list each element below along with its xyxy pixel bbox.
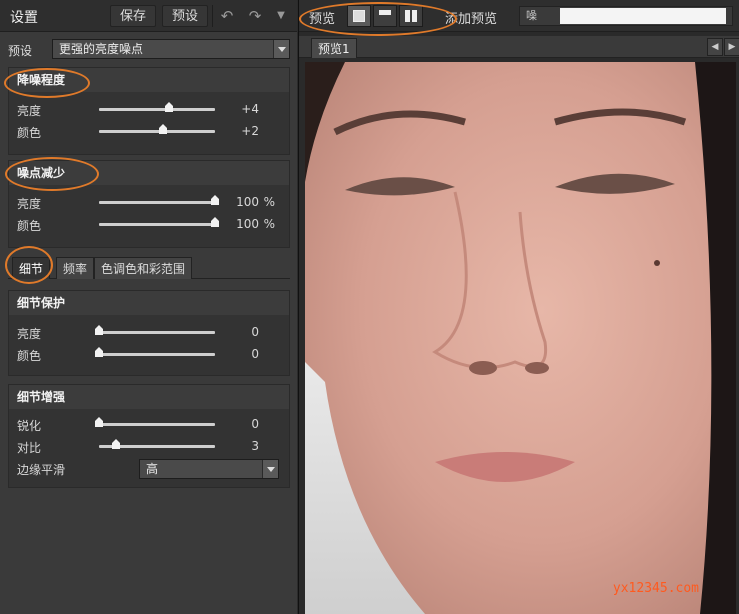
- slider-row: 颜色 100 %: [9, 213, 289, 235]
- slider-track[interactable]: [99, 331, 215, 334]
- detail-enhance-section: 细节增强 锐化 0 对比 3 边缘平滑 高: [8, 384, 290, 488]
- section-title: 细节增强: [9, 385, 289, 409]
- preview-label: 预览: [309, 12, 336, 27]
- tab-tone-color-range[interactable]: 色调色和彩范围: [94, 257, 193, 279]
- unit-label: %: [263, 195, 275, 209]
- slider-value: 0: [251, 417, 259, 431]
- chevron-down-icon[interactable]: [262, 460, 278, 478]
- slider-track[interactable]: [99, 423, 215, 426]
- slider-thumb[interactable]: [95, 325, 103, 335]
- section-title: 降噪程度: [9, 68, 289, 92]
- slider-track[interactable]: [99, 108, 215, 111]
- slider-track[interactable]: [99, 223, 215, 226]
- settings-panel: 设置 保存 预设 ↶ ↷ ▼ 预设 更强的亮度噪点 降噪程度 亮度 +4 颜色 …: [0, 0, 297, 614]
- preview-toolbar: 预览 添加预览 噪: [299, 0, 739, 36]
- slider-row: 对比 3: [9, 435, 289, 457]
- preset-row: 预设 更强的亮度噪点: [0, 36, 297, 62]
- settings-toolbar: 设置 保存 预设 ↶ ↷ ▼: [0, 0, 297, 32]
- slider-thumb[interactable]: [112, 439, 120, 449]
- chevron-left-icon[interactable]: ◀: [707, 38, 723, 56]
- slider-label: 颜色: [17, 349, 42, 363]
- slider-thumb[interactable]: [95, 347, 103, 357]
- section-title: 细节保护: [9, 291, 289, 315]
- slider-label: 亮度: [17, 197, 42, 211]
- slider-label: 亮度: [17, 327, 42, 341]
- slider-track[interactable]: [99, 130, 215, 133]
- preview-panel: 预览 添加预览 噪 预览1 ◀ ▶: [298, 0, 739, 614]
- chevron-right-icon[interactable]: ▶: [724, 38, 739, 56]
- slider-value: 3: [251, 439, 259, 453]
- slider-row: 锐化 0: [9, 413, 289, 435]
- slider-row: 亮度 +4: [9, 98, 289, 120]
- slider-thumb[interactable]: [95, 417, 103, 427]
- slider-thumb[interactable]: [165, 102, 173, 112]
- select-label: 边缘平滑: [17, 463, 66, 477]
- slider-label: 颜色: [17, 126, 42, 140]
- preview-tabbar: 预览1 ◀ ▶: [299, 36, 739, 58]
- slider-label: 颜色: [17, 219, 42, 233]
- speckle-reduction-section: 噪点减少 亮度 100 % 颜色 100 %: [8, 160, 290, 248]
- slider-value: 100: [236, 217, 259, 231]
- slider-row: 颜色 +2: [9, 120, 289, 142]
- edge-smoothing-select[interactable]: 高: [139, 459, 279, 479]
- preview-tab[interactable]: 预览1: [311, 38, 357, 58]
- slider-value: 0: [251, 347, 259, 361]
- slider-value: 100: [236, 195, 259, 209]
- single-view-icon: [353, 10, 365, 22]
- save-button[interactable]: 保存: [110, 5, 156, 27]
- slider-row: 颜色 0: [9, 343, 289, 365]
- toolbar-divider: [212, 5, 213, 27]
- section-title: 噪点减少: [9, 161, 289, 185]
- noise-reduction-section: 降噪程度 亮度 +4 颜色 +2: [8, 67, 290, 155]
- slider-thumb[interactable]: [159, 124, 167, 134]
- add-preview-button[interactable]: 添加预览: [445, 8, 497, 27]
- split-vertical-icon: [405, 10, 417, 22]
- dropdown-menu-icon[interactable]: ▼: [270, 5, 292, 27]
- preset-button[interactable]: 预设: [162, 5, 208, 27]
- redacted-field: 噪: [519, 6, 733, 26]
- preset-label: 预设: [8, 44, 33, 58]
- detail-protection-section: 细节保护 亮度 0 颜色 0: [8, 290, 290, 376]
- slider-track[interactable]: [99, 353, 215, 356]
- watermark-text: yx12345.com: [612, 581, 699, 596]
- edge-smoothing-value: 高: [146, 462, 159, 476]
- redo-icon[interactable]: ↷: [242, 5, 268, 27]
- split-horizontal-button[interactable]: [373, 5, 397, 27]
- slider-label: 对比: [17, 441, 42, 455]
- detail-tabs: 细节 频率 色调色和彩范围: [8, 255, 290, 279]
- tab-frequency[interactable]: 频率: [56, 257, 95, 279]
- slider-value: +2: [241, 124, 259, 138]
- slider-thumb[interactable]: [211, 195, 219, 205]
- slider-value: +4: [241, 102, 259, 116]
- slider-row: 亮度 100 %: [9, 191, 289, 213]
- split-horizontal-icon: [379, 10, 391, 22]
- slider-label: 锐化: [17, 419, 42, 433]
- preset-select[interactable]: 更强的亮度噪点: [52, 39, 290, 59]
- slider-label: 亮度: [17, 104, 42, 118]
- face-photo: [305, 62, 736, 614]
- preview-image[interactable]: [305, 62, 736, 614]
- split-vertical-button[interactable]: [399, 5, 423, 27]
- slider-thumb[interactable]: [211, 217, 219, 227]
- preset-value: 更强的亮度噪点: [59, 42, 144, 56]
- slider-track[interactable]: [99, 201, 215, 204]
- tab-detail[interactable]: 细节: [12, 257, 51, 279]
- chevron-down-icon[interactable]: [273, 40, 289, 58]
- unit-label: %: [263, 217, 275, 231]
- panel-title: 设置: [10, 10, 38, 26]
- redaction-block: [560, 8, 726, 24]
- slider-value: 0: [251, 325, 259, 339]
- slider-row: 亮度 0: [9, 321, 289, 343]
- redacted-text: 噪: [526, 9, 537, 22]
- undo-icon[interactable]: ↶: [214, 5, 240, 27]
- single-view-button[interactable]: [347, 5, 371, 27]
- select-row: 边缘平滑 高: [9, 457, 289, 481]
